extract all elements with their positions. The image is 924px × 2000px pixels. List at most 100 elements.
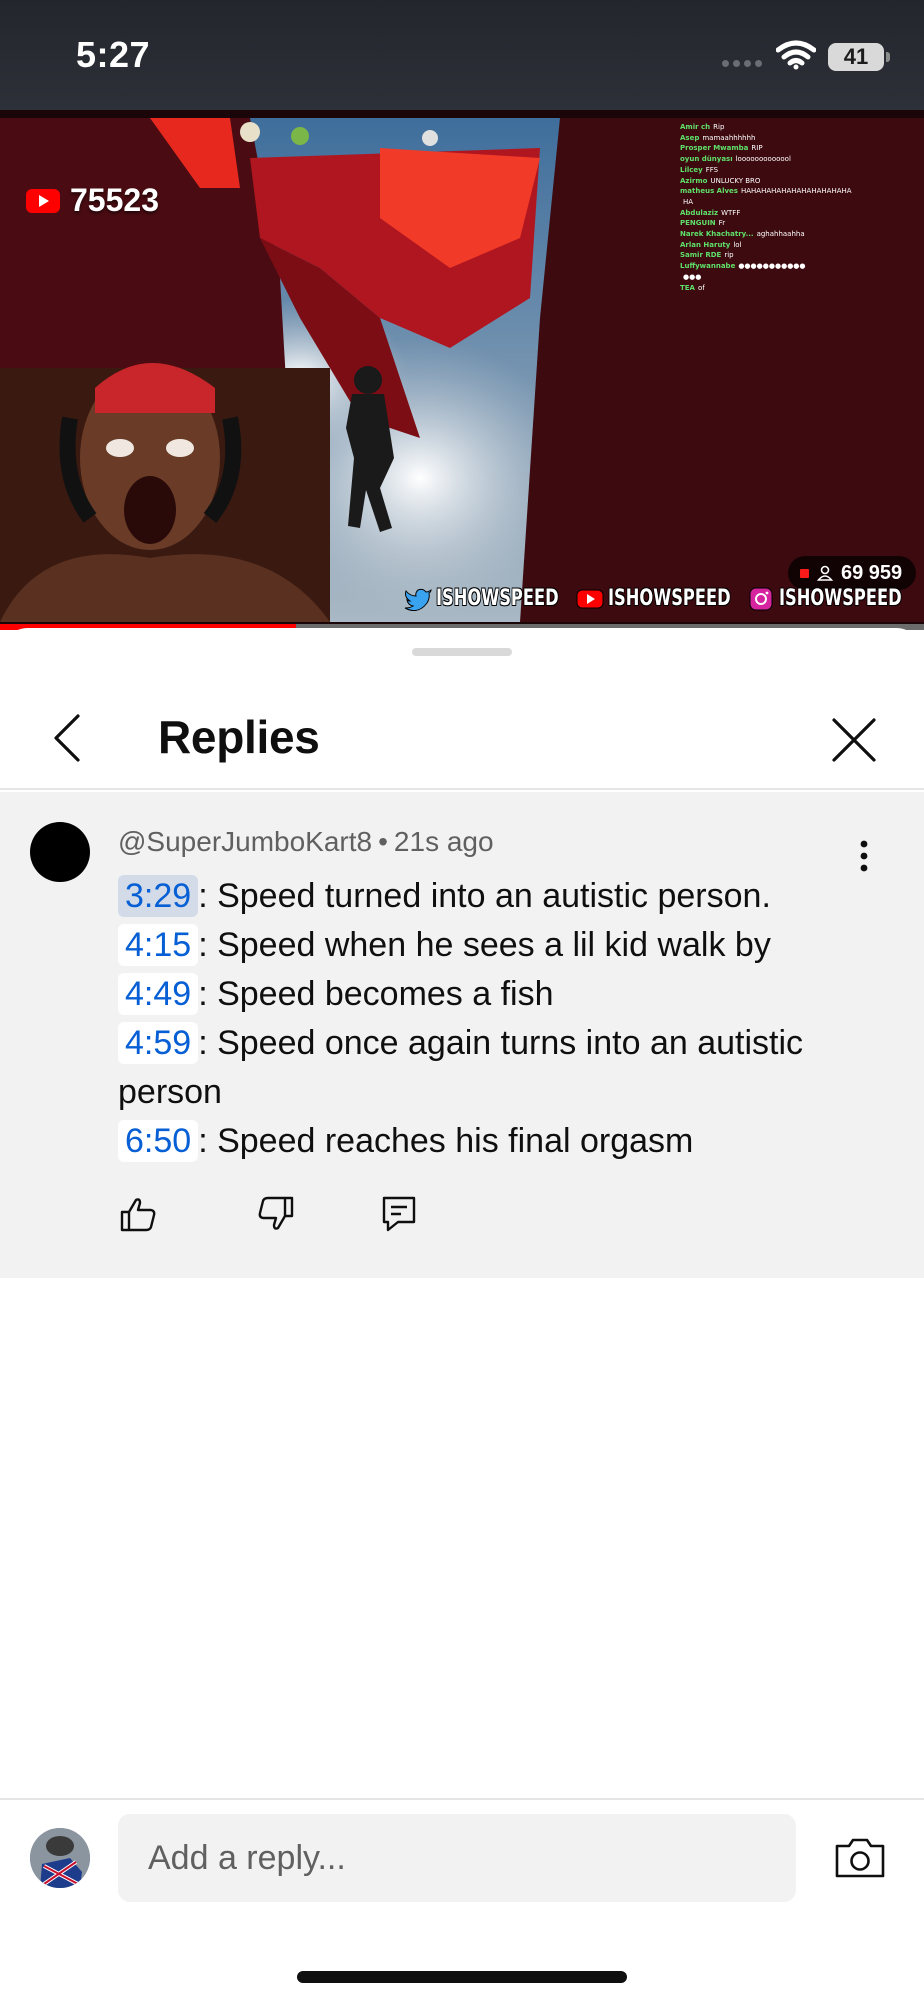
chat-text: HA	[683, 197, 694, 206]
chat-message: Abdulaziz WTFF	[680, 208, 900, 219]
youtube-logo-icon	[26, 188, 60, 213]
viewer-count: 69 959	[841, 561, 903, 584]
back-arrow-icon[interactable]	[48, 712, 88, 764]
chat-text: FFS	[705, 165, 719, 174]
chat-username: Azirmo	[680, 176, 708, 185]
chat-text: HAHAHAHAHAHAHAHAHAHAHA	[740, 187, 852, 196]
chat-text: Rip	[713, 123, 725, 131]
chat-username: Narek Khachatry...	[680, 230, 754, 239]
chat-text: rip	[724, 251, 734, 260]
twitter-handle: ISHOWSPEED	[436, 586, 559, 611]
chat-message: PENGUIN Fr	[680, 218, 900, 229]
reply-input[interactable]	[118, 1814, 796, 1902]
status-time: 5:27	[76, 34, 151, 75]
chat-text: ●●●	[683, 272, 702, 281]
user-avatar[interactable]	[30, 1828, 90, 1888]
reply-icon[interactable]	[380, 1194, 420, 1234]
chat-message: ●●●	[680, 272, 900, 283]
thumbs-up-icon[interactable]	[118, 1194, 158, 1234]
timestamp-link[interactable]: 3:29	[118, 875, 199, 917]
more-options-icon[interactable]	[856, 836, 872, 876]
chat-username: matheus Alves	[680, 187, 738, 196]
chat-username: Asep	[680, 133, 700, 142]
chat-username: TEA	[680, 283, 695, 292]
viewer-count-badge: 69 959	[788, 556, 917, 590]
chat-message: oyun dünyası looooooooooool	[680, 154, 900, 165]
social-handles: ISHOWSPEED ISHOWSPEED ISHOWSPEED	[404, 586, 915, 611]
comment-line-text: : Speed turned into an autistic person.	[198, 877, 771, 915]
chat-text: of	[697, 283, 705, 292]
chat-message: Narek Khachatry... aghahhaahha	[680, 229, 900, 240]
youtube-icon	[576, 589, 604, 608]
chat-message: Arlan Haruty lol	[680, 240, 900, 251]
comment-item: @SuperJumboKart8 • 21s ago 3:29: Speed tur…	[0, 792, 924, 1278]
comment-actions	[118, 1194, 420, 1234]
camera-icon[interactable]	[834, 1836, 886, 1880]
instagram-handle: ISHOWSPEED	[779, 586, 903, 611]
chat-message: matheus Alves HAHAHAHAHAHAHAHAHAHAHA	[680, 186, 900, 197]
battery-icon: 41	[828, 43, 884, 71]
timestamp-link[interactable]: 6:50	[118, 1120, 199, 1162]
chat-username: Luffywannabe	[680, 262, 736, 271]
replies-panel: Replies @SuperJumboKart8 • 21s ago 3:29: S…	[0, 628, 924, 2000]
comment-text: 3:29: Speed turned into an autistic pers…	[118, 872, 898, 1166]
chat-username: Samir RDE	[680, 251, 722, 260]
live-indicator-icon	[800, 568, 809, 578]
chat-message: HA	[680, 197, 900, 208]
live-chat-overlay: Amir ch Rip Asep mamaahhhhhh Prosper Mwamba R…	[680, 122, 900, 293]
chat-username: Lilcey	[680, 165, 703, 174]
comment-line-text: : Speed reaches his final orgasm	[198, 1122, 694, 1160]
chat-text: looooooooooool	[735, 155, 791, 164]
chat-message: Lilcey FFS	[680, 165, 900, 176]
chat-message: Luffywannabe ●●●●●●●●●●●	[680, 261, 900, 272]
chat-text: UNLUCKY BRO	[710, 176, 761, 185]
chat-text: RIP	[751, 144, 763, 153]
youtube-handle: ISHOWSPEED	[607, 586, 731, 611]
instagram-icon	[749, 587, 773, 610]
chat-message: Asep mamaahhhhhh	[680, 133, 900, 144]
timestamp-link[interactable]: 4:49	[118, 973, 199, 1015]
chat-text: ●●●●●●●●●●●	[738, 262, 806, 271]
panel-title: Replies	[158, 711, 320, 763]
chat-text: Fr	[718, 219, 726, 228]
timestamp-link[interactable]: 4:59	[118, 1022, 199, 1064]
chat-message: Amir ch Rip	[680, 122, 900, 133]
comment-line-text: : Speed becomes a fish	[198, 975, 554, 1013]
home-indicator[interactable]	[297, 1971, 627, 1983]
wifi-icon	[776, 40, 816, 70]
chat-username: Prosper Mwamba	[680, 144, 749, 153]
chat-message: Azirmo UNLUCKY BRO	[680, 176, 900, 187]
comment-line: 6:50: Speed reaches his final orgasm	[118, 1117, 898, 1166]
chat-text: mamaahhhhhh	[702, 133, 756, 142]
comment-line: 3:29: Speed turned into an autistic pers…	[118, 872, 898, 921]
subscriber-counter: 75523	[26, 182, 159, 219]
avatar[interactable]	[30, 822, 90, 882]
subscriber-count: 75523	[70, 182, 159, 218]
chat-text: WTFF	[721, 208, 741, 217]
meta-separator: •	[378, 826, 388, 857]
status-bar: 5:27 41	[0, 0, 924, 110]
chat-username: oyun dünyası	[680, 155, 733, 164]
battery-tip	[886, 52, 890, 62]
thumbs-down-icon[interactable]	[256, 1194, 296, 1234]
close-icon[interactable]	[830, 716, 878, 764]
comment-time: 21s ago	[393, 826, 494, 857]
reply-bar	[0, 1798, 924, 2000]
drag-handle[interactable]	[412, 648, 512, 656]
comment-line: 4:59: Speed once again turns into an aut…	[118, 1019, 898, 1117]
timestamp-link[interactable]: 4:15	[118, 924, 199, 966]
chat-text: aghahhaahha	[756, 230, 805, 239]
chat-message: Samir RDE rip	[680, 250, 900, 261]
chat-username: Abdulaziz	[680, 208, 719, 217]
chat-text: lol	[733, 240, 742, 249]
comment-line: 4:49: Speed becomes a fish	[118, 970, 898, 1019]
twitter-icon	[404, 588, 432, 611]
person-icon	[817, 565, 833, 581]
comment-meta: @SuperJumboKart8 • 21s ago	[118, 826, 494, 858]
video-player[interactable]: 75523 Amir ch Rip Asep mamaahhhhhh Prosper M…	[0, 110, 924, 628]
comment-author[interactable]: @SuperJumboKart8	[118, 826, 372, 857]
comment-line: 4:15: Speed when he sees a lil kid walk …	[118, 921, 898, 970]
chat-message: TEA of	[680, 283, 900, 294]
comment-line-text: : Speed when he sees a lil kid walk by	[198, 926, 771, 964]
cellular-dots-icon	[722, 60, 762, 67]
